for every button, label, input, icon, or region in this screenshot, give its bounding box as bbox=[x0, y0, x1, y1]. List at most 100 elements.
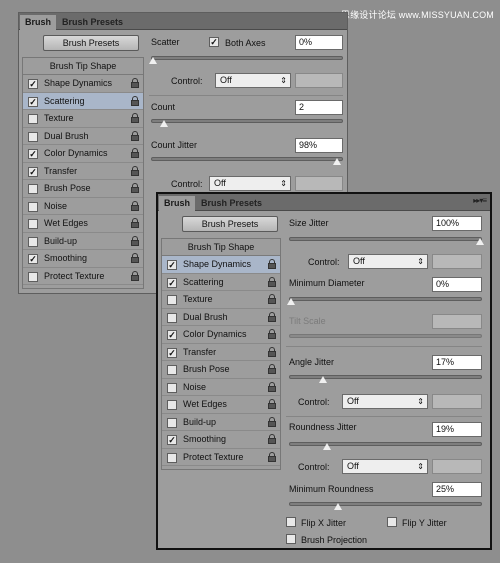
lock-icon[interactable] bbox=[131, 113, 139, 123]
list-item[interactable]: Texture bbox=[23, 110, 143, 128]
list-item[interactable]: Dual Brush bbox=[162, 309, 280, 326]
control-select[interactable]: Off ⇕ bbox=[215, 73, 291, 88]
option-checkbox[interactable] bbox=[28, 184, 38, 194]
brush-tip-shape-item[interactable]: Brush Tip Shape bbox=[162, 239, 280, 256]
lock-icon[interactable] bbox=[268, 399, 276, 409]
list-item[interactable]: Protect Texture bbox=[23, 268, 143, 285]
list-item[interactable]: Wet Edges bbox=[162, 396, 280, 414]
tab-brush-presets[interactable]: Brush Presets bbox=[196, 196, 267, 211]
option-checkbox[interactable] bbox=[167, 312, 177, 323]
lock-icon[interactable] bbox=[268, 259, 276, 269]
lock-icon[interactable] bbox=[131, 130, 139, 141]
lock-icon[interactable] bbox=[268, 416, 276, 427]
option-checkbox[interactable]: ✓ bbox=[28, 96, 38, 107]
option-checkbox[interactable] bbox=[167, 452, 177, 463]
brush-projection-checkbox[interactable] bbox=[286, 534, 296, 544]
lock-icon[interactable] bbox=[131, 235, 139, 246]
list-item[interactable]: ✓ Shape Dynamics bbox=[162, 256, 280, 274]
option-checkbox[interactable] bbox=[167, 400, 177, 410]
control2-select[interactable]: Off ⇕ bbox=[209, 176, 291, 191]
option-checkbox[interactable]: ✓ bbox=[28, 149, 38, 159]
option-checkbox[interactable] bbox=[28, 201, 38, 212]
lock-icon[interactable] bbox=[268, 434, 276, 444]
option-checkbox[interactable]: ✓ bbox=[167, 330, 177, 340]
lock-icon[interactable] bbox=[268, 329, 276, 339]
lock-icon[interactable] bbox=[131, 148, 139, 158]
option-checkbox[interactable] bbox=[28, 131, 38, 142]
lock-icon[interactable] bbox=[131, 218, 139, 228]
list-item[interactable]: Brush Pose bbox=[162, 361, 280, 379]
lock-icon[interactable] bbox=[268, 311, 276, 322]
list-item[interactable]: ✓ Smoothing bbox=[23, 250, 143, 268]
list-item[interactable]: Brush Pose bbox=[23, 180, 143, 198]
list-item[interactable]: ✓ Color Dynamics bbox=[23, 145, 143, 163]
flip-x-jitter-checkbox[interactable] bbox=[286, 517, 296, 527]
option-checkbox[interactable] bbox=[167, 295, 177, 305]
scatter-slider-thumb[interactable] bbox=[149, 57, 157, 64]
lock-icon[interactable] bbox=[268, 381, 276, 392]
count-field[interactable]: 2 bbox=[295, 100, 343, 115]
list-item[interactable]: ✓ Transfer bbox=[162, 344, 280, 361]
brush-presets-button[interactable]: Brush Presets bbox=[182, 216, 278, 232]
lock-icon[interactable] bbox=[131, 253, 139, 263]
roundness-jitter-slider-thumb[interactable] bbox=[322, 443, 331, 450]
option-checkbox[interactable]: ✓ bbox=[167, 260, 177, 270]
minimum-roundness-slider-thumb[interactable] bbox=[334, 503, 343, 510]
lock-icon[interactable] bbox=[268, 294, 276, 304]
option-checkbox[interactable] bbox=[28, 236, 38, 247]
control2-select[interactable]: Off ⇕ bbox=[342, 394, 428, 409]
lock-icon[interactable] bbox=[268, 276, 276, 287]
list-item[interactable]: Dual Brush bbox=[23, 128, 143, 145]
list-item[interactable]: ✓ Scattering bbox=[23, 92, 143, 110]
size-jitter-slider-thumb[interactable] bbox=[476, 238, 484, 245]
lock-icon[interactable] bbox=[268, 346, 276, 357]
brush-presets-button[interactable]: Brush Presets bbox=[43, 35, 139, 51]
lock-icon[interactable] bbox=[131, 183, 139, 193]
list-item[interactable]: Noise bbox=[162, 379, 280, 396]
tab-brush-presets[interactable]: Brush Presets bbox=[57, 15, 128, 30]
list-item[interactable]: ✓ Scattering bbox=[162, 274, 280, 291]
minimum-diameter-field[interactable]: 0% bbox=[432, 277, 482, 292]
size-jitter-field[interactable]: 100% bbox=[432, 216, 482, 231]
angle-jitter-slider-track[interactable] bbox=[289, 375, 482, 379]
minimum-diameter-slider-thumb[interactable] bbox=[287, 298, 295, 305]
count-jitter-slider-track[interactable] bbox=[151, 157, 343, 161]
count-slider-track[interactable] bbox=[151, 119, 343, 123]
option-checkbox[interactable] bbox=[28, 271, 38, 282]
size-jitter-slider-track[interactable] bbox=[289, 237, 482, 241]
scatter-field[interactable]: 0% bbox=[295, 35, 343, 50]
list-item[interactable]: ✓ Color Dynamics bbox=[162, 326, 280, 344]
option-checkbox[interactable]: ✓ bbox=[167, 277, 177, 288]
roundness-jitter-slider-track[interactable] bbox=[289, 442, 482, 446]
panel-menu-icon[interactable]: ▸▸▾≡ bbox=[473, 196, 487, 205]
minimum-diameter-slider-track[interactable] bbox=[289, 297, 482, 301]
option-checkbox[interactable] bbox=[167, 365, 177, 375]
tab-brush[interactable]: Brush bbox=[20, 15, 57, 30]
flip-y-jitter-checkbox[interactable] bbox=[387, 517, 397, 527]
both-axes-checkbox[interactable]: ✓ bbox=[209, 37, 219, 47]
list-item[interactable]: Texture bbox=[162, 291, 280, 309]
control-select[interactable]: Off ⇕ bbox=[348, 254, 428, 269]
option-checkbox[interactable]: ✓ bbox=[167, 347, 177, 358]
list-item[interactable]: Wet Edges bbox=[23, 215, 143, 233]
count-slider-thumb[interactable] bbox=[160, 120, 169, 127]
option-checkbox[interactable]: ✓ bbox=[167, 435, 177, 445]
roundness-jitter-field[interactable]: 19% bbox=[432, 422, 482, 437]
lock-icon[interactable] bbox=[131, 95, 139, 106]
brush-tip-shape-item[interactable]: Brush Tip Shape bbox=[23, 58, 143, 75]
option-checkbox[interactable] bbox=[167, 382, 177, 393]
minimum-roundness-slider-track[interactable] bbox=[289, 502, 482, 506]
control3-select[interactable]: Off ⇕ bbox=[342, 459, 428, 474]
option-checkbox[interactable] bbox=[28, 114, 38, 124]
angle-jitter-field[interactable]: 17% bbox=[432, 355, 482, 370]
lock-icon[interactable] bbox=[131, 165, 139, 176]
list-item[interactable]: Build-up bbox=[162, 414, 280, 431]
lock-icon[interactable] bbox=[268, 451, 276, 462]
list-item[interactable]: ✓ Shape Dynamics bbox=[23, 75, 143, 93]
list-item[interactable]: ✓ Transfer bbox=[23, 163, 143, 180]
minimum-roundness-field[interactable]: 25% bbox=[432, 482, 482, 497]
list-item[interactable]: Noise bbox=[23, 198, 143, 215]
lock-icon[interactable] bbox=[131, 200, 139, 211]
lock-icon[interactable] bbox=[131, 78, 139, 88]
option-checkbox[interactable] bbox=[167, 417, 177, 428]
